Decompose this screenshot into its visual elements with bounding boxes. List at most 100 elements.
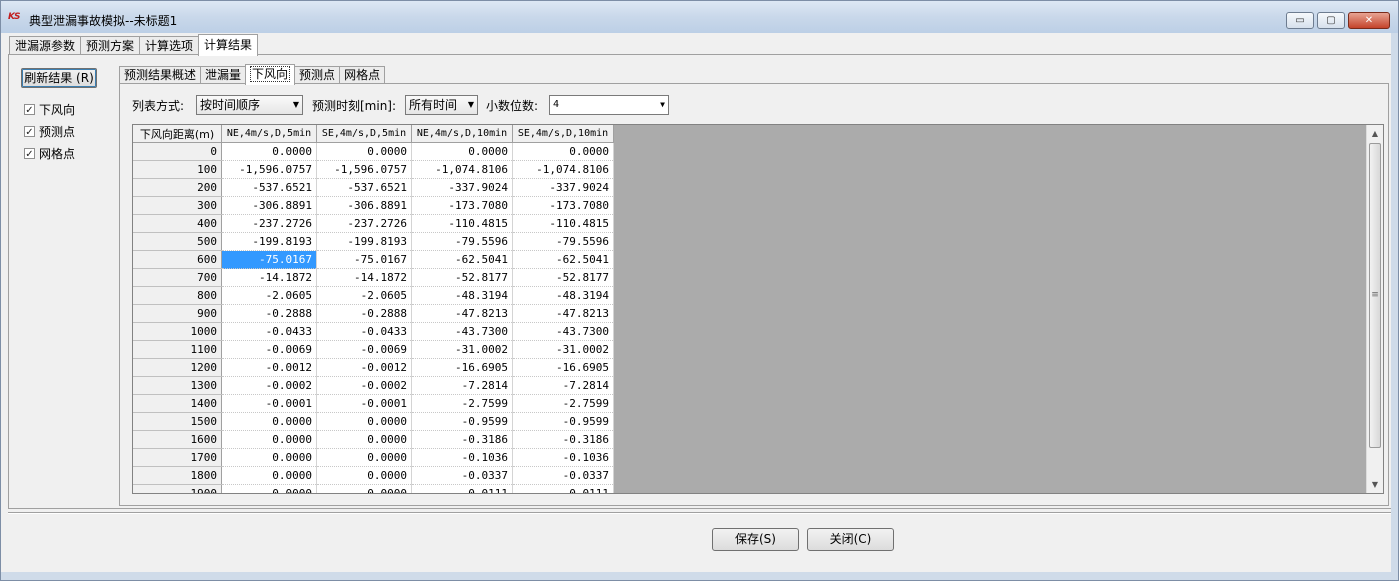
row-header-distance[interactable]: 1000 (133, 322, 222, 341)
column-header[interactable]: NE,4m/s,D,5min (221, 125, 317, 143)
table-cell[interactable]: -0.0012 (316, 358, 412, 377)
tab-forecast-points[interactable]: 预测点 (294, 66, 341, 84)
table-row[interactable]: 0 0.0000 0.0000 0.0000 0.0000 (133, 142, 614, 161)
tab-calc-results[interactable]: 计算结果 (198, 34, 259, 56)
table-cell[interactable]: -47.8213 (512, 304, 614, 323)
check-icon[interactable]: ✓ (24, 148, 35, 160)
row-header-distance[interactable]: 1100 (133, 340, 222, 359)
table-cell[interactable]: -2.7599 (411, 394, 513, 413)
row-header-distance[interactable]: 400 (133, 214, 222, 233)
table-cell[interactable]: -62.5041 (512, 250, 614, 269)
table-cell[interactable]: -337.9024 (411, 178, 513, 197)
table-cell[interactable]: -1,074.8106 (512, 160, 614, 179)
check-icon[interactable]: ✓ (24, 126, 35, 138)
tab-downwind[interactable]: 下风向 (245, 64, 296, 85)
table-cell[interactable]: -0.0433 (316, 322, 412, 341)
table-cell[interactable]: -48.3194 (512, 286, 614, 305)
table-cell[interactable]: -2.7599 (512, 394, 614, 413)
table-row[interactable]: 1700 0.0000 0.0000 -0.1036 -0.1036 (133, 448, 614, 467)
row-header-distance[interactable]: 1300 (133, 376, 222, 395)
table-cell[interactable]: -43.7300 (512, 322, 614, 341)
table-row[interactable]: 1200 -0.0012 -0.0012 -16.6905 -16.6905 (133, 358, 614, 377)
table-cell[interactable]: -43.7300 (411, 322, 513, 341)
table-cell[interactable]: -31.0002 (512, 340, 614, 359)
row-header-distance[interactable]: 700 (133, 268, 222, 287)
tab-calc-options[interactable]: 计算选项 (139, 36, 200, 55)
table-cell[interactable]: -0.0012 (221, 358, 317, 377)
table-cell[interactable]: -199.8193 (316, 232, 412, 251)
forecast-time-select[interactable]: 所有时间 ▼ (405, 95, 478, 115)
table-cell[interactable]: 0.0000 (221, 412, 317, 431)
column-header[interactable]: SE,4m/s,D,10min (512, 125, 614, 143)
tab-leak-source-params[interactable]: 泄漏源参数 (9, 36, 82, 55)
maximize-button[interactable]: ▢ (1317, 12, 1345, 29)
table-cell[interactable]: -0.0069 (316, 340, 412, 359)
table-cell[interactable]: 0.0000 (316, 484, 412, 493)
table-cell[interactable]: -0.2888 (221, 304, 317, 323)
row-header-distance[interactable]: 100 (133, 160, 222, 179)
table-row[interactable]: 500 -199.8193 -199.8193 -79.5596 -79.5596 (133, 232, 614, 251)
table-cell[interactable]: -0.0111 (411, 484, 513, 493)
decimals-select[interactable]: 4 ▼ (549, 95, 669, 115)
table-cell[interactable]: -173.7080 (512, 196, 614, 215)
table-cell[interactable]: -337.9024 (512, 178, 614, 197)
row-header-distance[interactable]: 1400 (133, 394, 222, 413)
row-header-distance[interactable]: 900 (133, 304, 222, 323)
tab-leak-amount[interactable]: 泄漏量 (200, 66, 247, 84)
row-header-distance[interactable]: 500 (133, 232, 222, 251)
table-cell[interactable]: -110.4815 (512, 214, 614, 233)
table-cell[interactable]: 0.0000 (316, 412, 412, 431)
table-cell[interactable]: -0.2888 (316, 304, 412, 323)
check-icon[interactable]: ✓ (24, 104, 35, 116)
table-cell[interactable]: -1,074.8106 (411, 160, 513, 179)
table-cell[interactable]: -306.8891 (221, 196, 317, 215)
table-cell[interactable]: 0.0000 (221, 142, 317, 161)
minimize-button[interactable]: ▭ (1286, 12, 1314, 29)
list-mode-select[interactable]: 按时间顺序 ▼ (196, 95, 303, 115)
row-header-distance[interactable]: 1600 (133, 430, 222, 449)
table-cell[interactable]: 0.0000 (221, 430, 317, 449)
row-header-distance[interactable]: 1700 (133, 448, 222, 467)
row-header-distance[interactable]: 1800 (133, 466, 222, 485)
table-cell[interactable]: -2.0605 (316, 286, 412, 305)
table-cell[interactable]: -110.4815 (411, 214, 513, 233)
row-header-distance[interactable]: 1500 (133, 412, 222, 431)
table-cell[interactable]: -79.5596 (512, 232, 614, 251)
table-cell[interactable]: -0.0001 (221, 394, 317, 413)
table-cell[interactable]: 0.0000 (316, 142, 412, 161)
save-button[interactable]: 保存(S) (712, 528, 799, 551)
table-cell[interactable]: -75.0167 (221, 250, 317, 269)
table-cell[interactable]: -62.5041 (411, 250, 513, 269)
table-row[interactable]: 1400 -0.0001 -0.0001 -2.7599 -2.7599 (133, 394, 614, 413)
table-cell[interactable]: 0.0000 (512, 142, 614, 161)
table-cell[interactable]: -75.0167 (316, 250, 412, 269)
table-row[interactable]: 1600 0.0000 0.0000 -0.3186 -0.3186 (133, 430, 614, 449)
table-row[interactable]: 400 -237.2726 -237.2726 -110.4815 -110.4815 (133, 214, 614, 233)
table-cell[interactable]: -237.2726 (316, 214, 412, 233)
row-header-distance[interactable]: 0 (133, 142, 222, 161)
close-button[interactable]: 关闭(C) (807, 528, 894, 551)
table-cell[interactable]: -0.0001 (316, 394, 412, 413)
table-cell[interactable]: -47.8213 (411, 304, 513, 323)
table-cell[interactable]: -199.8193 (221, 232, 317, 251)
table-cell[interactable]: -173.7080 (411, 196, 513, 215)
table-cell[interactable]: -7.2814 (512, 376, 614, 395)
table-cell[interactable]: 0.0000 (221, 448, 317, 467)
table-cell[interactable]: -7.2814 (411, 376, 513, 395)
table-cell[interactable]: -52.8177 (512, 268, 614, 287)
table-cell[interactable]: -0.0337 (512, 466, 614, 485)
table-cell[interactable]: -16.6905 (512, 358, 614, 377)
table-cell[interactable]: -237.2726 (221, 214, 317, 233)
table-cell[interactable]: -306.8891 (316, 196, 412, 215)
column-header[interactable]: NE,4m/s,D,10min (411, 125, 513, 143)
close-window-button[interactable]: ✕ (1348, 12, 1390, 29)
vertical-scrollbar[interactable]: ▲ ≡ ▼ (1366, 125, 1383, 493)
table-cell[interactable]: 0.0000 (221, 466, 317, 485)
table-cell[interactable]: 0.0000 (316, 448, 412, 467)
table-cell[interactable]: -14.1872 (316, 268, 412, 287)
table-cell[interactable]: -0.0433 (221, 322, 317, 341)
table-cell[interactable]: -0.9599 (512, 412, 614, 431)
checkbox-grid-points[interactable]: ✓ 网格点 (24, 145, 75, 162)
checkbox-downwind[interactable]: ✓ 下风向 (24, 101, 75, 118)
table-cell[interactable]: -0.9599 (411, 412, 513, 431)
